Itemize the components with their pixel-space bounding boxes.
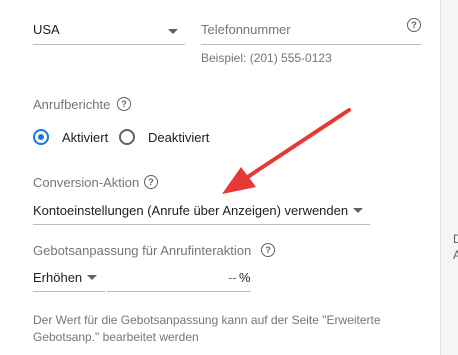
- annotation-arrow: [222, 108, 351, 194]
